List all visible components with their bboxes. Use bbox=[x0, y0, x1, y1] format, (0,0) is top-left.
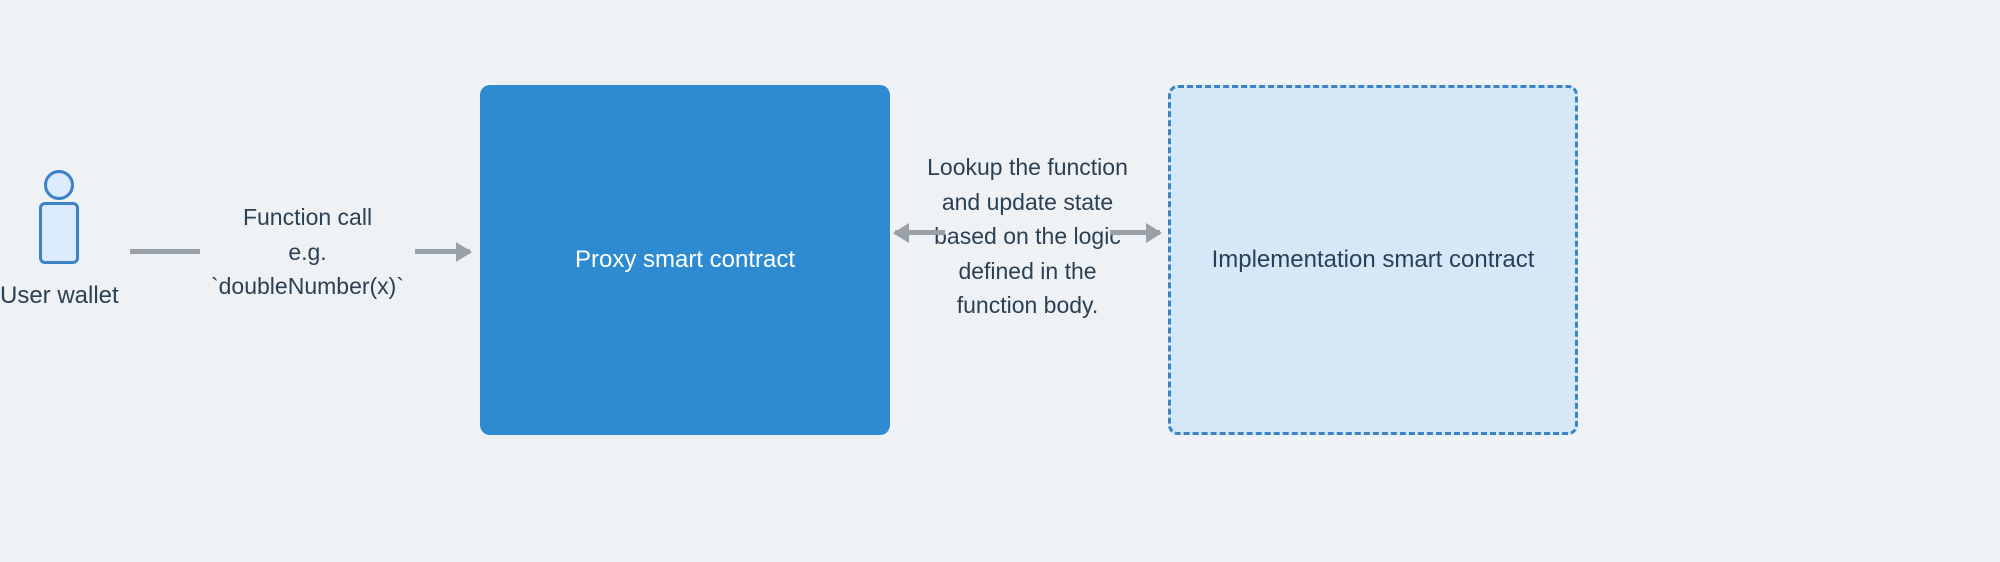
implementation-contract-box: Implementation smart contract bbox=[1168, 85, 1578, 435]
user-wallet-label: User wallet bbox=[0, 282, 119, 310]
arrow-segment-left bbox=[895, 230, 945, 235]
function-call-label: Function call e.g. `doubleNumber(x)` bbox=[200, 200, 415, 304]
proxy-contract-box: Proxy smart contract bbox=[480, 85, 890, 435]
function-call-arrow: Function call e.g. `doubleNumber(x)` bbox=[130, 200, 470, 304]
label-line: `doubleNumber(x)` bbox=[208, 269, 407, 304]
label-line: defined in the bbox=[900, 254, 1155, 289]
lookup-arrow: Lookup the function and update state bas… bbox=[900, 150, 1155, 330]
user-wallet-node: User wallet bbox=[30, 170, 89, 310]
proxy-contract-label: Proxy smart contract bbox=[575, 246, 795, 274]
label-line: Function call bbox=[208, 200, 407, 235]
implementation-contract-label: Implementation smart contract bbox=[1212, 246, 1535, 274]
label-line: based on the logic bbox=[900, 219, 1155, 254]
user-icon bbox=[34, 170, 84, 270]
arrow-segment-right bbox=[1110, 230, 1160, 235]
label-line: Lookup the function bbox=[900, 150, 1155, 185]
label-line: e.g. bbox=[208, 235, 407, 270]
label-line: function body. bbox=[900, 288, 1155, 323]
arrow-segment bbox=[130, 249, 200, 254]
label-line: and update state bbox=[900, 185, 1155, 220]
lookup-label: Lookup the function and update state bas… bbox=[900, 150, 1155, 323]
arrow-segment bbox=[415, 249, 470, 254]
proxy-pattern-diagram: User wallet Function call e.g. `doubleNu… bbox=[0, 0, 2000, 562]
